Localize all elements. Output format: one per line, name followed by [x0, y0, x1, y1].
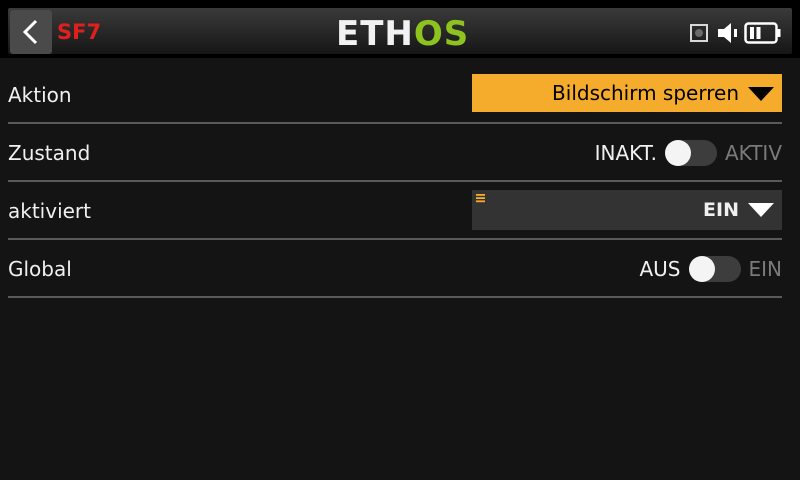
logo-text-eth: ETH [336, 14, 414, 54]
switch-knob [664, 140, 691, 166]
status-square-icon[interactable] [690, 24, 708, 42]
zustand-off-label: INAKT. [594, 141, 657, 165]
header: SF7 ETHOS [0, 0, 800, 58]
back-button[interactable] [10, 10, 52, 54]
screen: SF7 ETHOS Aktion Bildschirm sperren Zust… [0, 0, 800, 480]
chevron-down-icon [748, 87, 774, 101]
battery-icon[interactable] [744, 22, 782, 44]
aktion-label: Aktion [8, 83, 72, 107]
global-on-label: EIN [748, 257, 783, 281]
aktion-dropdown[interactable]: Bildschirm sperren [472, 74, 782, 112]
aktiviert-dropdown-value: EIN [703, 199, 739, 221]
menu-icon [476, 194, 485, 203]
global-label: Global [8, 257, 72, 281]
chevron-down-icon [748, 203, 774, 217]
page-code: SF7 [57, 20, 102, 44]
row-zustand: Zustand INAKT. AKTIV [8, 124, 782, 182]
aktiviert-dropdown[interactable]: EIN [472, 190, 782, 230]
ethos-logo: ETHOS [336, 14, 469, 54]
logo-text-os: OS [413, 14, 470, 54]
back-chevron-icon [22, 19, 38, 45]
global-toggle-group: AUS EIN [639, 256, 782, 282]
switch-knob [688, 256, 715, 282]
global-off-label: AUS [639, 257, 681, 281]
zustand-switch[interactable] [664, 140, 717, 166]
row-global: Global AUS EIN [8, 240, 782, 298]
global-switch[interactable] [688, 256, 741, 282]
aktiviert-label: aktiviert [8, 199, 91, 223]
zustand-label: Zustand [8, 141, 91, 165]
zustand-on-label: AKTIV [724, 141, 782, 165]
speaker-icon[interactable] [716, 20, 740, 46]
zustand-toggle-group: INAKT. AKTIV [595, 140, 782, 166]
aktion-dropdown-value: Bildschirm sperren [552, 81, 739, 105]
